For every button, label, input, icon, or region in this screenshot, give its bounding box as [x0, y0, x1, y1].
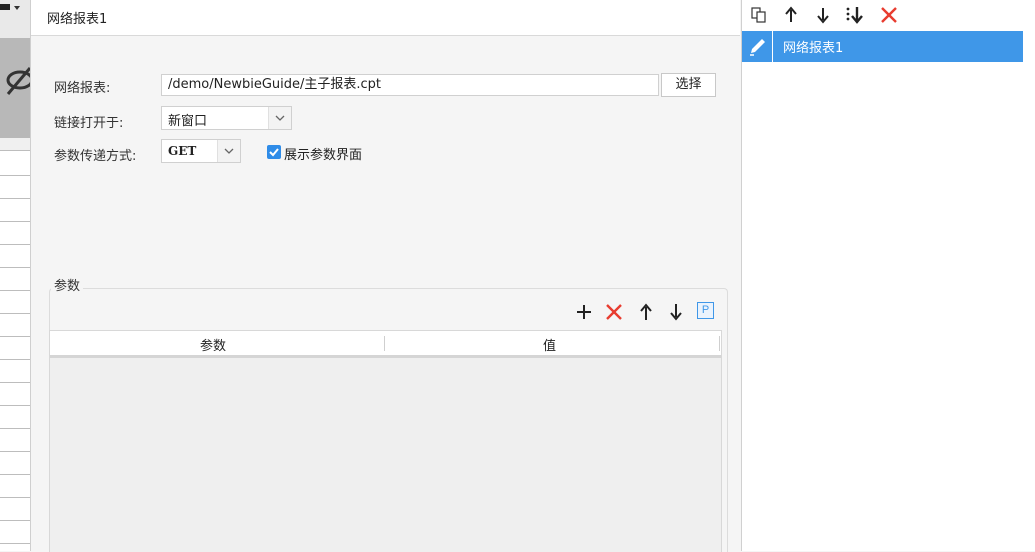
tab-bar: 网络报表1 — [31, 0, 740, 36]
method-label: 参数传递方式: — [54, 149, 137, 164]
parameter-icon[interactable]: P — [697, 302, 714, 319]
left-preview-strip — [0, 0, 31, 551]
grid-line — [0, 520, 30, 521]
grid-line — [0, 290, 30, 291]
show-params-checkbox[interactable] — [267, 145, 281, 159]
report-label: 网络报表: — [54, 81, 111, 96]
open-in-select[interactable]: 新窗口 — [161, 106, 292, 130]
preview-thumbnail — [0, 38, 30, 138]
grid-line — [0, 175, 30, 176]
grid-line — [0, 359, 30, 360]
hyperlink-settings-panel: 网络报表1 网络报表: /demo/NewbieGuide/主子报表.cpt 选… — [31, 0, 740, 552]
grid-line — [0, 198, 30, 199]
add-icon[interactable] — [574, 302, 594, 322]
move-down-icon[interactable] — [666, 302, 686, 322]
method-value: GET — [168, 144, 197, 158]
grid-line — [0, 221, 30, 222]
grid-line — [0, 405, 30, 406]
list-item-label: 网络报表1 — [783, 41, 844, 56]
open-in-label: 链接打开于: — [54, 116, 124, 131]
copy-icon[interactable] — [750, 6, 768, 24]
chevron-down-icon[interactable] — [268, 107, 291, 129]
pencil-icon[interactable] — [742, 31, 773, 62]
open-in-value: 新窗口 — [168, 114, 208, 129]
select-button[interactable]: 选择 — [661, 73, 716, 97]
ruler — [0, 0, 30, 39]
grid-header — [0, 138, 30, 151]
chevron-down-icon[interactable] — [217, 140, 240, 162]
show-params-label: 展示参数界面 — [284, 148, 363, 163]
method-select[interactable]: GET — [161, 139, 241, 163]
table-header: 参数 值 — [50, 331, 721, 358]
grid-line — [0, 244, 30, 245]
column-divider[interactable] — [384, 336, 385, 351]
grid-line — [0, 336, 30, 337]
column-header-param[interactable]: 参数 — [200, 335, 226, 354]
grid-line — [0, 428, 30, 429]
grid-line — [0, 451, 30, 452]
column-header-value[interactable]: 值 — [543, 335, 556, 354]
report-path-field[interactable]: /demo/NewbieGuide/主子报表.cpt — [161, 74, 659, 96]
chevron-down-icon[interactable] — [14, 6, 20, 10]
params-table: 参数 值 — [49, 330, 722, 552]
hidden-eye-icon — [6, 67, 30, 95]
grid-line — [0, 267, 30, 268]
grid-line — [0, 474, 30, 475]
grid-line — [0, 382, 30, 383]
grid-line — [0, 497, 30, 498]
grid-line — [0, 313, 30, 314]
move-up-icon[interactable] — [636, 302, 656, 322]
move-down-icon[interactable] — [814, 5, 832, 25]
delete-icon[interactable] — [604, 302, 624, 322]
list-item[interactable]: 网络报表1 — [742, 31, 1023, 62]
params-section-title: 参数 — [51, 275, 84, 294]
tab-title[interactable]: 网络报表1 — [47, 8, 107, 27]
checkmark-icon — [269, 148, 279, 157]
grid-line — [0, 543, 30, 544]
hyperlink-list-panel: 网络报表1 — [741, 0, 1035, 551]
delete-icon[interactable] — [879, 6, 899, 24]
move-up-icon[interactable] — [782, 5, 800, 25]
sort-icon[interactable] — [844, 5, 866, 25]
ruler-marker — [0, 4, 10, 10]
column-divider[interactable] — [719, 336, 720, 351]
